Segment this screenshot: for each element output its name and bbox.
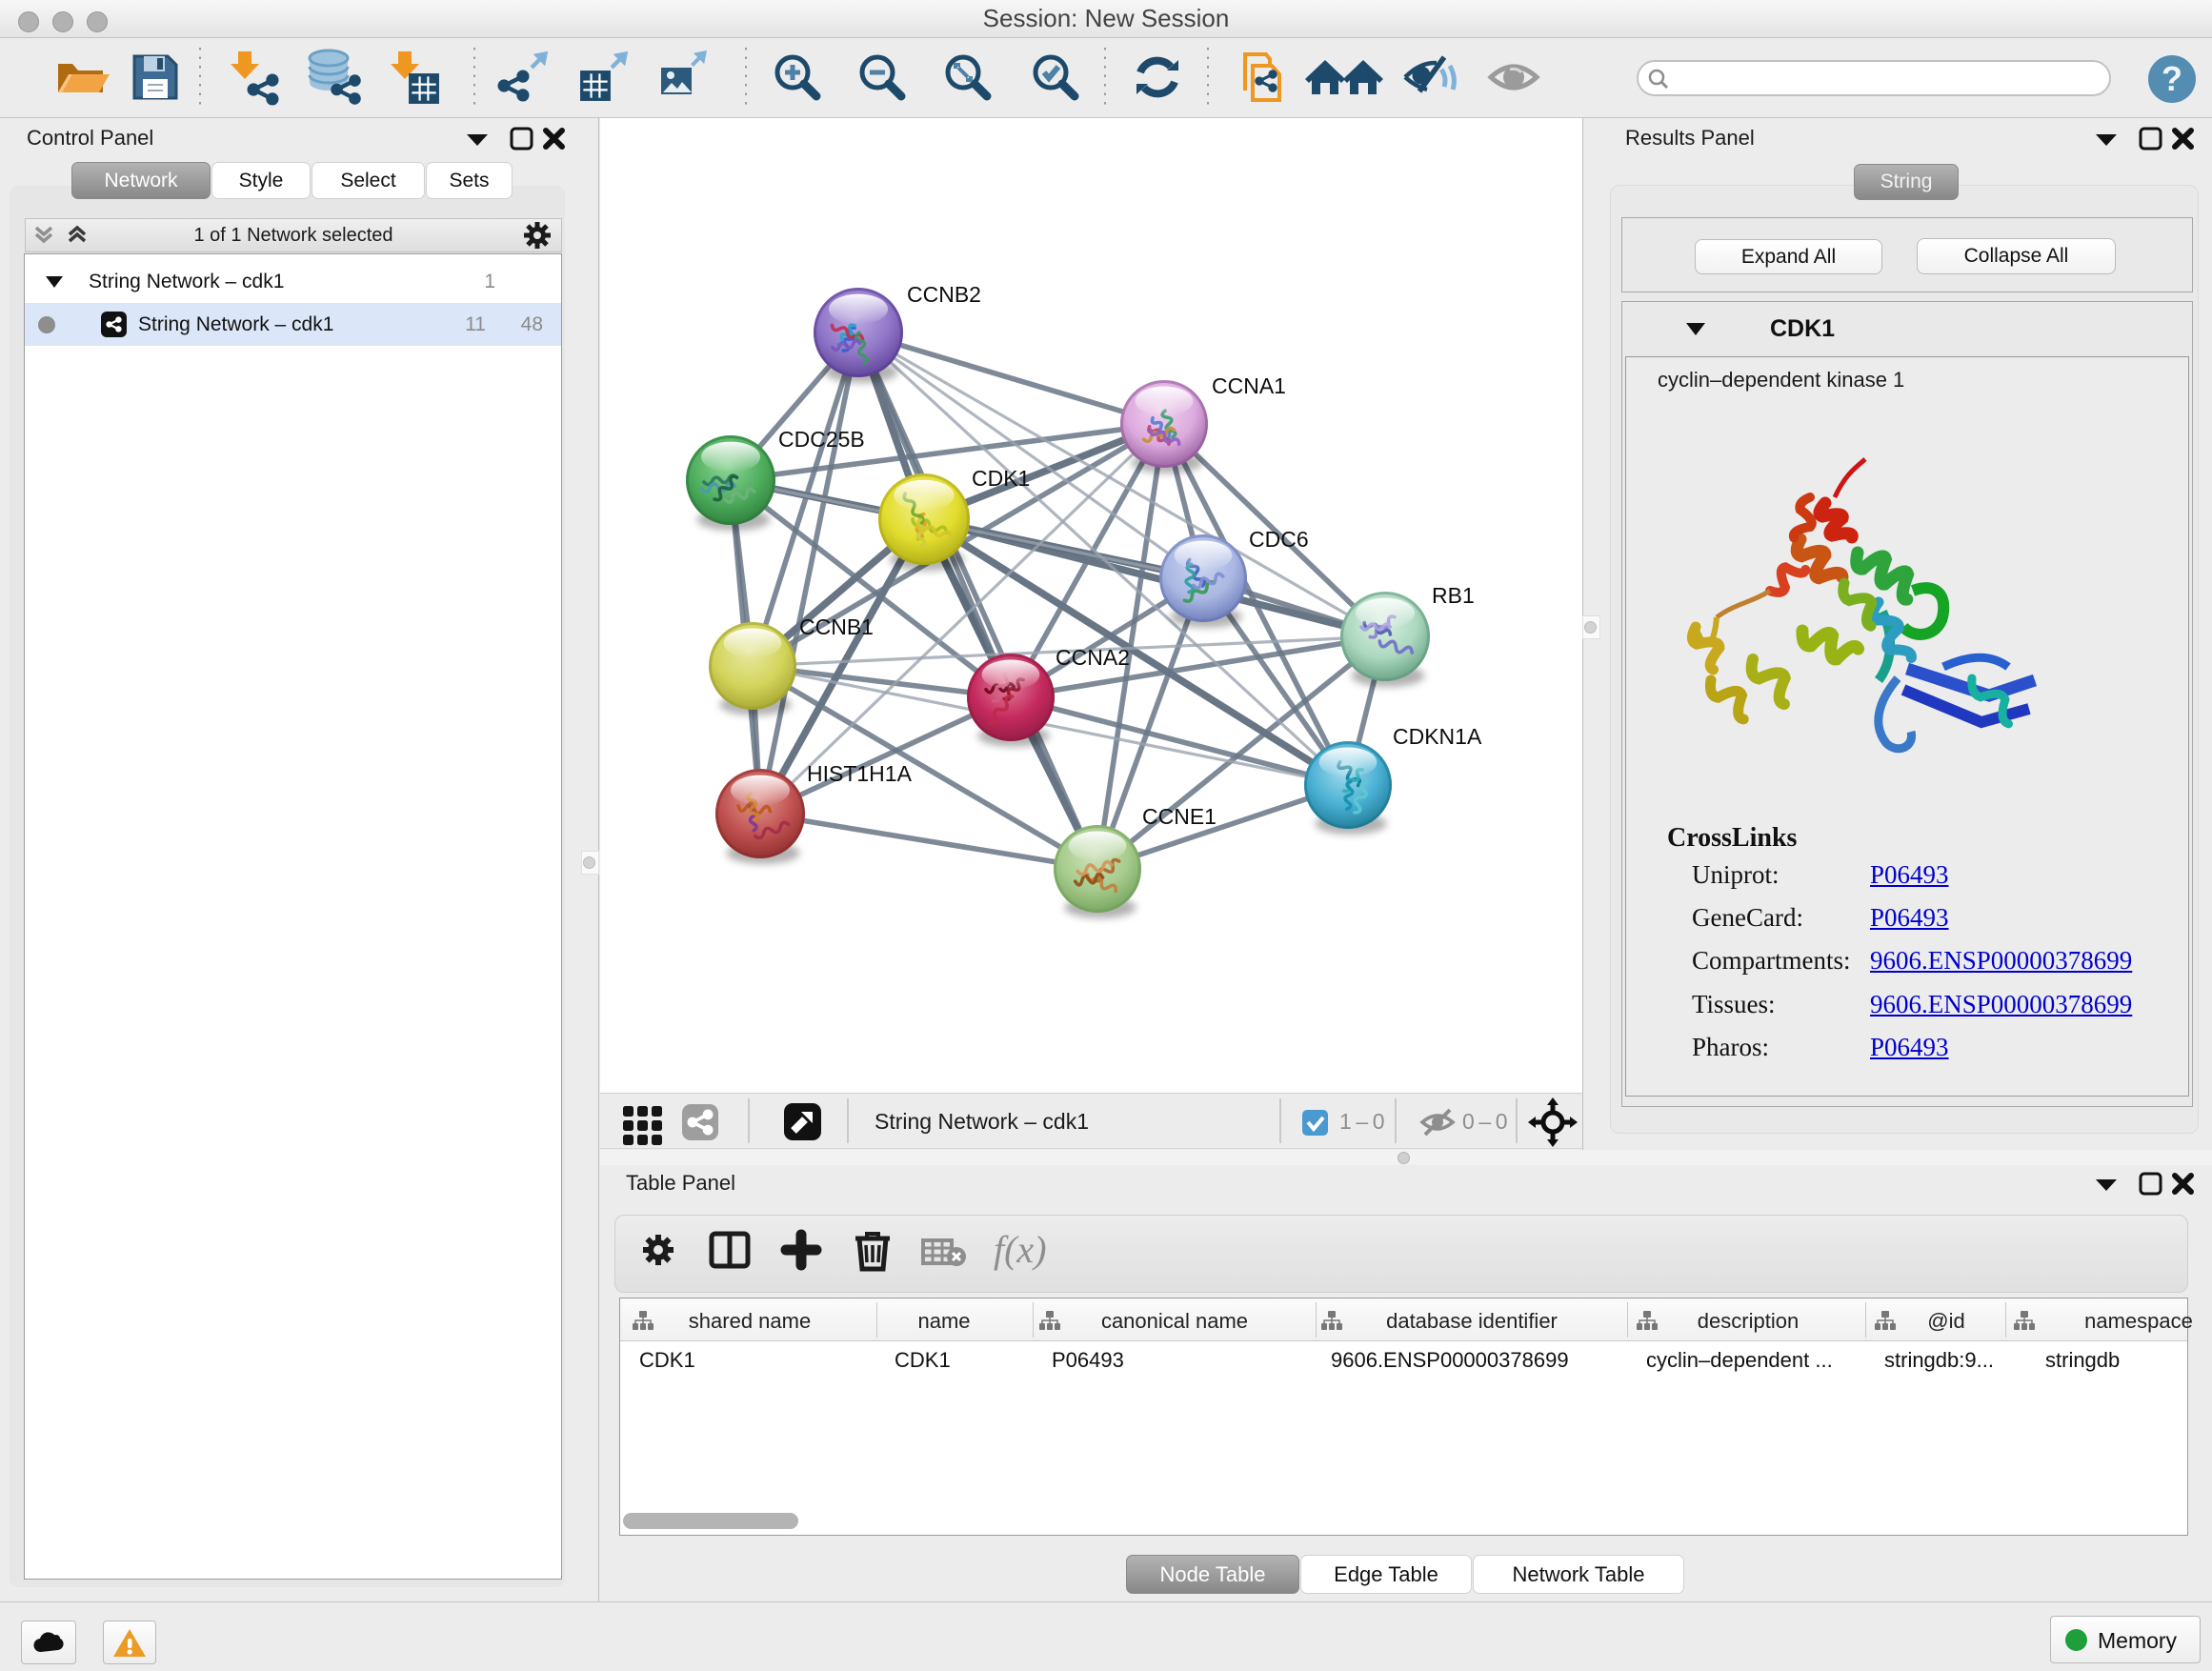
svg-text:1 – 0: 1 – 0 [1339,1109,1385,1134]
svg-text:CCNE1: CCNE1 [1142,804,1217,829]
svg-text:f(x): f(x) [994,1228,1047,1271]
svg-text:CDK1: CDK1 [972,466,1030,491]
svg-text:0 – 0: 0 – 0 [1462,1109,1508,1134]
svg-text:CDC25B: CDC25B [778,427,865,452]
svg-text:CCNA1: CCNA1 [1212,373,1286,398]
svg-text:CCNA2: CCNA2 [1056,645,1130,670]
svg-text:HIST1H1A: HIST1H1A [807,761,913,786]
svg-text:CCNB2: CCNB2 [907,282,981,307]
svg-text:?: ? [2162,59,2182,98]
svg-text:CDC6: CDC6 [1249,527,1309,552]
svg-text:RB1: RB1 [1432,583,1475,608]
svg-text:CCNB1: CCNB1 [799,614,874,639]
svg-text:CDKN1A: CDKN1A [1393,724,1482,749]
svg-text:String Network – cdk1: String Network – cdk1 [875,1109,1089,1134]
